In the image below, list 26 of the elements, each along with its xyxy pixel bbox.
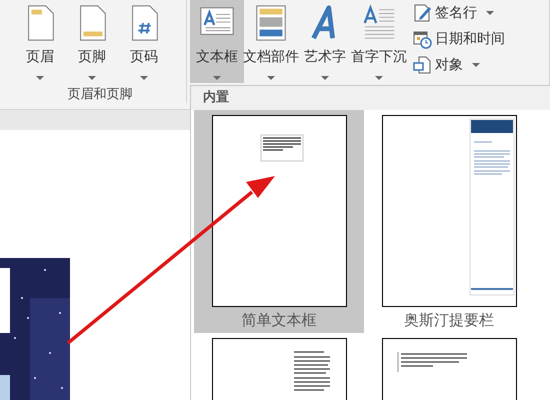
gallery-label: 奥斯汀提要栏 [404, 311, 494, 330]
ribbon-button[interactable]: 文本框 [190, 0, 244, 83]
calendar-clock-icon [412, 29, 432, 49]
ribbon-button[interactable]: 页码 [118, 0, 170, 83]
gallery-label: 简单文本框 [242, 311, 316, 330]
signature-icon [412, 3, 432, 23]
caret-icon [375, 76, 383, 80]
ribbon-button[interactable]: 页眉 [14, 0, 66, 83]
caret-icon [88, 76, 96, 80]
group-label: 页眉和页脚 [66, 86, 134, 103]
ribbon-button[interactable]: 艺术字 [298, 0, 352, 83]
ribbon-button[interactable]: 首字下沉 [352, 0, 406, 83]
ribbon-button[interactable]: 日期和时间 [410, 26, 507, 52]
ribbon-button[interactable]: 页脚 [66, 0, 118, 83]
gallery-item[interactable]: 简单文本框 [194, 110, 364, 333]
section-heading: 内置 [191, 86, 550, 110]
caret-icon [213, 76, 221, 80]
caret-icon [36, 76, 44, 80]
caret-icon [140, 76, 148, 80]
gallery-item[interactable]: 奥斯汀提要栏 [364, 110, 534, 333]
caret-icon [321, 76, 329, 80]
ribbon-button[interactable]: 对象 [410, 52, 507, 78]
caret-icon [267, 76, 275, 80]
ribbon-button[interactable]: 文档部件 [244, 0, 298, 83]
object-icon [412, 55, 432, 75]
ribbon-button[interactable]: 签名行 [410, 0, 507, 26]
